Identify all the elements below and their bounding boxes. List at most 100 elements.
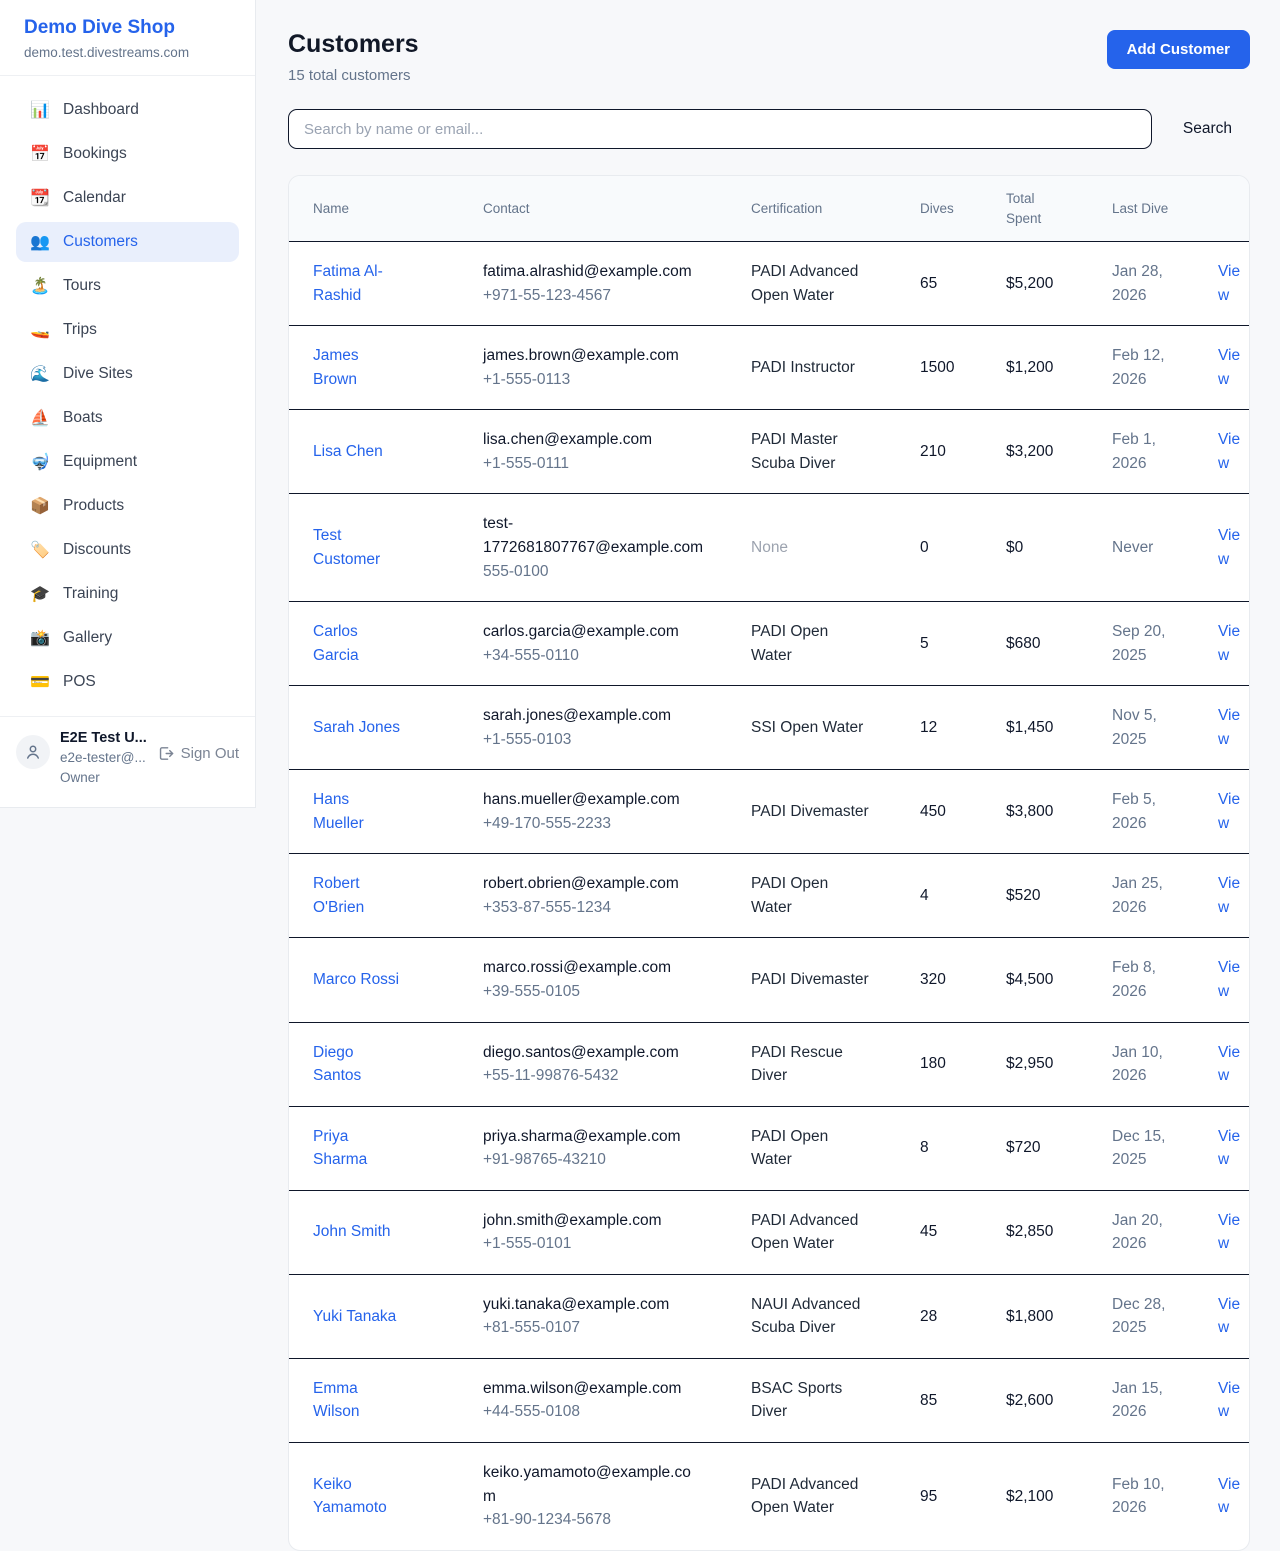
view-customer-link[interactable]: View bbox=[1218, 431, 1240, 472]
customer-name-link[interactable]: James Brown bbox=[313, 344, 404, 391]
avatar bbox=[16, 735, 50, 769]
sidebar-item-boats[interactable]: ⛵Boats bbox=[16, 398, 239, 438]
user-email: e2e-tester@... bbox=[60, 748, 147, 768]
view-customer-link[interactable]: View bbox=[1218, 263, 1240, 304]
sidebar-item-tours[interactable]: 🏝️Tours bbox=[16, 266, 239, 306]
view-customer-link[interactable]: View bbox=[1218, 875, 1240, 916]
customer-name-link[interactable]: Fatima Al-Rashid bbox=[313, 260, 404, 307]
view-customer-link[interactable]: View bbox=[1218, 1128, 1240, 1169]
customers-table-body: Fatima Al-Rashidfatima.alrashid@example.… bbox=[289, 242, 1250, 1550]
sidebar-item-dive-sites[interactable]: 🌊Dive Sites bbox=[16, 354, 239, 394]
sidebar-item-label: Trips bbox=[63, 321, 97, 339]
customer-name-link[interactable]: Priya Sharma bbox=[313, 1125, 404, 1172]
sidebar-item-bookings[interactable]: 📅Bookings bbox=[16, 134, 239, 174]
name-cell: Robert O'Brien bbox=[289, 854, 459, 938]
user-role: Owner bbox=[60, 768, 147, 788]
customer-name-link[interactable]: Marco Rossi bbox=[313, 968, 399, 992]
view-customer-link[interactable]: View bbox=[1218, 623, 1240, 664]
customer-name-link[interactable]: Yuki Tanaka bbox=[313, 1305, 396, 1329]
products-package-icon: 📦 bbox=[30, 496, 50, 516]
actions-cell: View bbox=[1194, 1106, 1250, 1190]
sidebar-item-dashboard[interactable]: 📊Dashboard bbox=[16, 90, 239, 130]
contact-cell: john.smith@example.com+1-555-0101 bbox=[459, 1190, 727, 1274]
name-cell: Diego Santos bbox=[289, 1022, 459, 1106]
sidebar-item-label: Products bbox=[63, 497, 124, 515]
table-row: Emma Wilson emma.wilson@example.com+44-55… bbox=[289, 1358, 1250, 1442]
sidebar-item-label: Customers bbox=[63, 233, 138, 251]
table-row: Test Customertest-1772681807767@example.… bbox=[289, 494, 1250, 602]
table-row: John Smith john.smith@example.com+1-555-0… bbox=[289, 1190, 1250, 1274]
actions-cell: View bbox=[1194, 1274, 1250, 1358]
customer-name-link[interactable]: Emma Wilson bbox=[313, 1377, 404, 1424]
shop-name: Demo Dive Shop bbox=[24, 17, 231, 39]
contact-cell: diego.santos@example.com+55-11-99876-543… bbox=[459, 1022, 727, 1106]
gallery-camera-icon: 📸 bbox=[30, 628, 50, 648]
search-button[interactable]: Search bbox=[1165, 112, 1250, 146]
calendar-icon: 📆 bbox=[30, 188, 50, 208]
view-customer-link[interactable]: View bbox=[1218, 1044, 1240, 1085]
actions-cell: View bbox=[1194, 242, 1250, 326]
customer-name-link[interactable]: Test Customer bbox=[313, 524, 404, 571]
customer-email: james.brown@example.com bbox=[483, 344, 703, 368]
last-dive-cell: Feb 1, 2026 bbox=[1088, 410, 1194, 494]
table-row: Robert O'Brienrobert.obrien@example.com+… bbox=[289, 854, 1250, 938]
dives-cell: 85 bbox=[896, 1358, 982, 1442]
customer-name-link[interactable]: Lisa Chen bbox=[313, 440, 383, 464]
certification-cell: PADI Divemaster bbox=[727, 770, 896, 854]
customer-name-link[interactable]: Robert O'Brien bbox=[313, 872, 404, 919]
customer-name-link[interactable]: Hans Mueller bbox=[313, 788, 404, 835]
view-customer-link[interactable]: View bbox=[1218, 707, 1240, 748]
customer-email: emma.wilson@example.com bbox=[483, 1377, 703, 1401]
sidebar-item-label: Bookings bbox=[63, 145, 127, 163]
sidebar-item-discounts[interactable]: 🏷️Discounts bbox=[16, 530, 239, 570]
sidebar-item-calendar[interactable]: 📆Calendar bbox=[16, 178, 239, 218]
view-customer-link[interactable]: View bbox=[1218, 527, 1240, 568]
view-customer-link[interactable]: View bbox=[1218, 1380, 1240, 1421]
dives-cell: 65 bbox=[896, 242, 982, 326]
last-dive-cell: Feb 5, 2026 bbox=[1088, 770, 1194, 854]
dives-cell: 180 bbox=[896, 1022, 982, 1106]
certification-cell: None bbox=[727, 494, 896, 602]
customers-icon: 👥 bbox=[30, 232, 50, 252]
sidebar-item-gallery[interactable]: 📸 Gallery bbox=[16, 618, 239, 658]
sidebar-item-label: Gallery bbox=[63, 629, 112, 647]
sidebar-item-label: Training bbox=[63, 585, 118, 603]
view-customer-link[interactable]: View bbox=[1218, 1476, 1240, 1517]
sign-out-label: Sign Out bbox=[181, 745, 239, 762]
sign-out-icon bbox=[157, 745, 174, 762]
total-spent-cell: $2,850 bbox=[982, 1190, 1088, 1274]
sidebar-item-pos[interactable]: 💳POS bbox=[16, 662, 239, 702]
table-row: Lisa Chenlisa.chen@example.com+1-555-011… bbox=[289, 410, 1250, 494]
total-spent-cell: $4,500 bbox=[982, 938, 1088, 1022]
sidebar-item-trips[interactable]: 🚤 Trips bbox=[16, 310, 239, 350]
sign-out-button[interactable]: Sign Out bbox=[157, 745, 239, 762]
view-customer-link[interactable]: View bbox=[1218, 347, 1240, 388]
customer-phone: +44-555-0108 bbox=[483, 1400, 703, 1424]
boats-sailboat-icon: ⛵ bbox=[30, 408, 50, 428]
contact-cell: yuki.tanaka@example.com+81-555-0107 bbox=[459, 1274, 727, 1358]
total-spent-cell: $720 bbox=[982, 1106, 1088, 1190]
sidebar-item-products[interactable]: 📦 Products bbox=[16, 486, 239, 526]
sidebar-item-training[interactable]: 🎓Training bbox=[16, 574, 239, 614]
view-customer-link[interactable]: View bbox=[1218, 1296, 1240, 1337]
sidebar-item-customers[interactable]: 👥 Customers bbox=[16, 222, 239, 262]
sidebar-item-equipment[interactable]: 🤿Equipment bbox=[16, 442, 239, 482]
view-customer-link[interactable]: View bbox=[1218, 791, 1240, 832]
customer-phone: +971-55-123-4567 bbox=[483, 284, 703, 308]
customer-name-link[interactable]: Diego Santos bbox=[313, 1041, 404, 1088]
user-info: E2E Test U... e2e-tester@... Owner bbox=[60, 730, 147, 787]
dives-cell: 450 bbox=[896, 770, 982, 854]
actions-cell: View bbox=[1194, 494, 1250, 602]
search-input[interactable] bbox=[288, 109, 1152, 149]
trips-speedboat-icon: 🚤 bbox=[30, 320, 50, 340]
customer-name-link[interactable]: Carlos Garcia bbox=[313, 620, 404, 667]
last-dive-cell: Jan 15, 2026 bbox=[1088, 1358, 1194, 1442]
view-customer-link[interactable]: View bbox=[1218, 1212, 1240, 1253]
customer-name-link[interactable]: Sarah Jones bbox=[313, 716, 400, 740]
last-dive-cell: Jan 20, 2026 bbox=[1088, 1190, 1194, 1274]
customer-name-link[interactable]: Keiko Yamamoto bbox=[313, 1473, 404, 1520]
customer-name-link[interactable]: John Smith bbox=[313, 1220, 391, 1244]
table-row: Marco Rossimarco.rossi@example.com+39-55… bbox=[289, 938, 1250, 1022]
add-customer-button[interactable]: Add Customer bbox=[1107, 30, 1250, 69]
view-customer-link[interactable]: View bbox=[1218, 959, 1240, 1000]
